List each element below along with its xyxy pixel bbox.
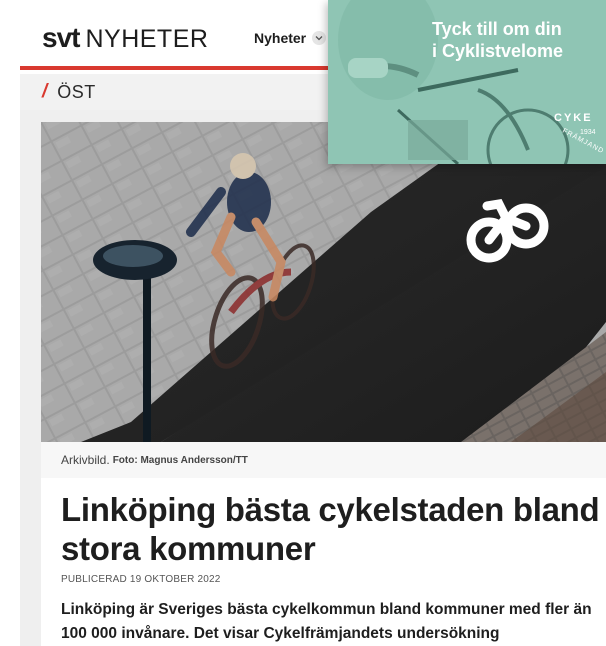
logo-nyheter-text: NYHETER	[85, 25, 209, 53]
image-caption: Arkivbild.	[61, 453, 110, 467]
page: svt NYHETER Nyheter / ÖST Arkivbild. Fot…	[0, 0, 606, 646]
cyclist-photo	[41, 122, 606, 442]
ad-headline: Tyck till om din i Cyklistvelome	[432, 18, 606, 62]
ad-headline-line2: i Cyklistvelome	[432, 41, 564, 61]
logo-svt-text: svt	[42, 22, 80, 53]
ad-brand-text: CYKE	[554, 112, 593, 124]
section-link-ost[interactable]: ÖST	[57, 82, 96, 103]
article-text-panel: Linköping bästa cykelstaden bland stora …	[41, 478, 606, 646]
svt-nyheter-logo[interactable]: svt NYHETER	[42, 24, 208, 52]
article-hero-image	[41, 122, 606, 442]
article-headline: Linköping bästa cykelstaden bland stora …	[61, 491, 600, 567]
nyheter-menu-button[interactable]: Nyheter	[254, 30, 327, 46]
article-lead: Linköping är Sveriges bästa cykelkommun …	[61, 601, 592, 642]
published-date: PUBLICERAD 19 OKTOBER 2022	[61, 574, 221, 585]
chevron-down-icon	[312, 31, 327, 45]
photo-credit: Foto: Magnus Andersson/TT	[112, 454, 248, 466]
ad-banner[interactable]: Tyck till om din i Cyklistvelome CYKE 19…	[328, 0, 606, 164]
nyheter-menu-label: Nyheter	[254, 30, 307, 46]
image-caption-box: Arkivbild. Foto: Magnus Andersson/TT	[41, 442, 606, 478]
ad-headline-line1: Tyck till om din	[432, 19, 562, 39]
ad-brand-year: 1934	[580, 129, 596, 136]
section-slash-icon: /	[42, 81, 48, 102]
